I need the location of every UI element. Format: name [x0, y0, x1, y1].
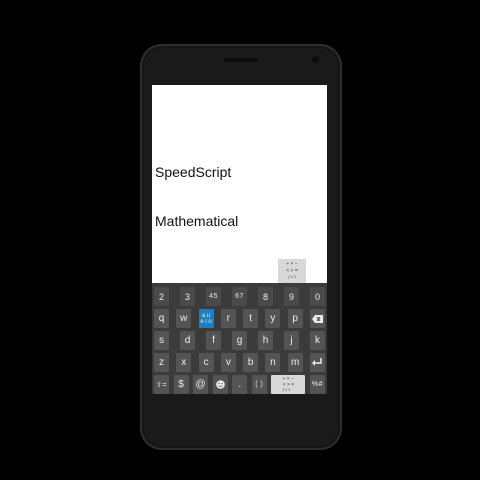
key-h[interactable]: h: [258, 331, 273, 350]
shift-key[interactable]: ⇧=: [154, 375, 169, 394]
key-vowels-active[interactable]: a u e i o: [198, 309, 214, 328]
key-p[interactable]: p: [287, 309, 303, 328]
key-w[interactable]: w: [176, 309, 192, 328]
keyboard-row-2: s d f g h j k: [154, 331, 325, 350]
key-j[interactable]: j: [284, 331, 299, 350]
keyboard-row-4: ⇧= $ @ . ( ) ÷ × − < > = / ² ³ %#: [154, 375, 325, 394]
keyboard-number-row: 2 3 45 67 8 9 0: [154, 287, 325, 306]
shift-icon: ⇧=: [156, 381, 167, 389]
key-3[interactable]: 3: [180, 287, 195, 306]
key-m[interactable]: m: [287, 353, 303, 372]
key-x[interactable]: x: [176, 353, 192, 372]
text-line-mathematical: Mathematical: [155, 213, 239, 229]
math-symbol-popup[interactable]: ÷ × − < > = / ² ³: [278, 259, 306, 283]
vowels-bottom: e i o: [200, 318, 212, 325]
keyboard-row-1: q w a u e i o r t y p: [154, 309, 325, 328]
keyboard-row-3: z x c v b n m: [154, 353, 325, 372]
key-v[interactable]: v: [220, 353, 236, 372]
key-b[interactable]: b: [243, 353, 259, 372]
key-n[interactable]: n: [265, 353, 281, 372]
key-at[interactable]: @: [193, 375, 209, 394]
emoji-icon: [215, 380, 225, 389]
front-camera: [312, 56, 319, 63]
backspace-key[interactable]: [309, 309, 325, 328]
math-symbol-grid: ÷ × − < > = / ² ³: [286, 261, 298, 281]
key-k[interactable]: k: [310, 331, 325, 350]
key-9[interactable]: 9: [284, 287, 299, 306]
emoji-key[interactable]: [212, 375, 228, 394]
key-f[interactable]: f: [206, 331, 221, 350]
key-c[interactable]: c: [198, 353, 214, 372]
key-z[interactable]: z: [154, 353, 169, 372]
key-g[interactable]: g: [232, 331, 247, 350]
backspace-icon: [311, 314, 323, 323]
key-67[interactable]: 67: [232, 287, 247, 306]
math-symbols-key-grid: ÷ × − < > = / ² ³: [282, 375, 295, 394]
key-percent-hash[interactable]: %#: [309, 375, 325, 394]
enter-icon: [312, 358, 323, 366]
math-symbols-key[interactable]: ÷ × − < > = / ² ³: [271, 375, 306, 394]
screen: SpeedScript Mathematical ÷ × − < > = / ²…: [152, 85, 327, 394]
key-s[interactable]: s: [154, 331, 169, 350]
key-8[interactable]: 8: [258, 287, 273, 306]
text-line-speedscript: SpeedScript: [155, 164, 232, 180]
enter-key[interactable]: [309, 353, 325, 372]
key-dollar[interactable]: $: [173, 375, 189, 394]
key-2[interactable]: 2: [154, 287, 169, 306]
key-0[interactable]: 0: [310, 287, 325, 306]
key-r[interactable]: r: [220, 309, 236, 328]
key-d[interactable]: d: [180, 331, 195, 350]
key-y[interactable]: y: [265, 309, 281, 328]
key-45[interactable]: 45: [206, 287, 221, 306]
key-parens[interactable]: ( ): [251, 375, 267, 394]
keyboard: 2 3 45 67 8 9 0 q w a u e i o r t y p s …: [152, 283, 327, 394]
phone-frame: SpeedScript Mathematical ÷ × − < > = / ²…: [140, 44, 342, 450]
key-t[interactable]: t: [243, 309, 259, 328]
speaker-grille: [224, 58, 258, 62]
key-period[interactable]: .: [232, 375, 248, 394]
key-q[interactable]: q: [154, 309, 169, 328]
